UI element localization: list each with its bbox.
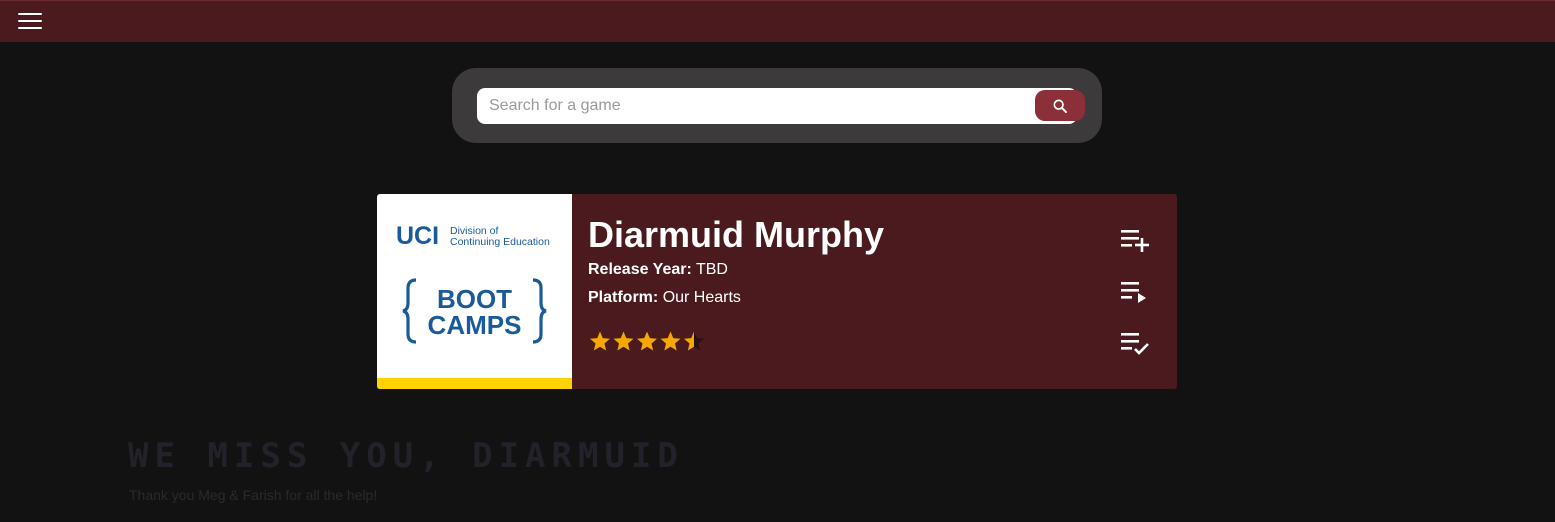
search-button[interactable]: [1035, 90, 1085, 121]
release-year-label: Release Year:: [588, 261, 692, 278]
tribute-heading: WE MISS YOU, DIARMUID: [128, 436, 684, 476]
add-to-list-icon[interactable]: [1119, 228, 1151, 256]
bootcamps-logo: BOOT CAMPS: [402, 278, 547, 344]
release-year-row: Release Year: TBD: [588, 261, 728, 279]
platform-label: Platform:: [588, 289, 659, 306]
rating-star: [590, 331, 610, 351]
uci-logo-text: UCI: [396, 222, 440, 250]
uci-division-text: Division of Continuing Education: [450, 226, 550, 248]
completed-list-icon[interactable]: [1119, 331, 1151, 359]
search-input[interactable]: [477, 88, 1077, 124]
platform-value: Our Hearts: [662, 289, 741, 306]
game-cover-image: UCI Division of Continuing Education BOO…: [377, 194, 572, 389]
playing-list-icon[interactable]: [1119, 280, 1151, 308]
search-container: [452, 68, 1102, 143]
rating-star: [637, 331, 657, 351]
platform-row: Platform: Our Hearts: [588, 289, 741, 307]
rating-star: [613, 331, 634, 351]
rating-star: [660, 331, 681, 351]
rating-star: [684, 331, 704, 351]
game-card: UCI Division of Continuing Education BOO…: [377, 194, 1177, 389]
game-title: Diarmuid Murphy: [588, 214, 885, 255]
hamburger-menu-icon[interactable]: [18, 13, 42, 31]
search-icon: [1053, 98, 1067, 113]
star-rating: [590, 331, 704, 351]
release-year-value: TBD: [695, 261, 728, 278]
cover-yellow-bar: [377, 378, 572, 389]
division-line-2: Continuing Education: [450, 236, 550, 248]
svg-text:CAMPS: CAMPS: [428, 310, 522, 340]
tribute-subtitle: Thank you Meg & Farish for all the help!: [129, 487, 378, 503]
top-nav-bar: [0, 0, 1555, 42]
